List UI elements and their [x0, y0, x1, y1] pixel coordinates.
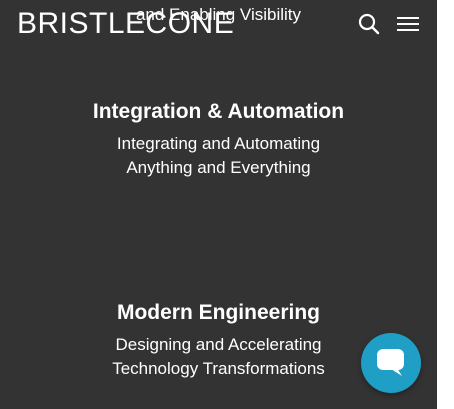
logo[interactable]: BRISTLECONE [17, 6, 234, 42]
chat-bubble-icon [377, 349, 404, 376]
site-header: BRISTLECONE [0, 0, 437, 48]
section-title: Integration & Automation [92, 100, 345, 123]
integration-automation-section: Integration & Automation Integrating and… [0, 98, 437, 180]
section-description: Integrating and Automating Anything and … [0, 132, 437, 180]
description-line: Integrating and Automating [116, 134, 321, 153]
search-icon[interactable] [357, 12, 381, 36]
chat-button[interactable] [361, 333, 421, 393]
section-title: Modern Engineering [116, 301, 320, 324]
description-line: Anything and Everything [126, 158, 311, 177]
hamburger-menu-icon[interactable] [396, 12, 420, 36]
